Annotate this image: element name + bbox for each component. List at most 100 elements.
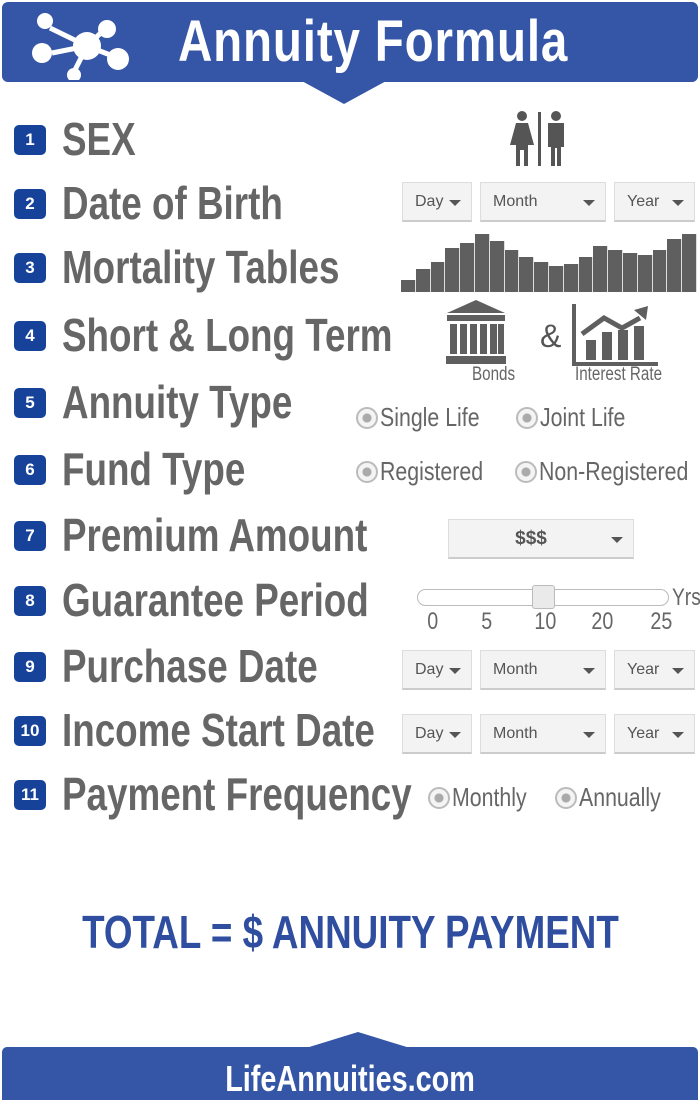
- birth-month-select[interactable]: Month: [480, 182, 606, 222]
- ampersand: &: [540, 318, 562, 354]
- select-value: Month: [493, 192, 538, 210]
- radio-single-life[interactable]: Single Life: [356, 402, 501, 433]
- radio-annually[interactable]: Annually: [555, 782, 679, 813]
- interest-rate-chart-icon: [572, 304, 658, 366]
- premium-amount-select[interactable]: $$$: [448, 519, 634, 559]
- radio-circle-icon: [555, 786, 577, 809]
- step-number-badge: 6: [14, 455, 46, 485]
- mortality-bar: [608, 250, 623, 292]
- mortality-bar: [460, 243, 475, 292]
- mortality-bar: [563, 264, 579, 292]
- purchase-year-select[interactable]: Year: [614, 650, 695, 690]
- step-number-badge: 7: [14, 521, 46, 551]
- chevron-down-icon: [449, 668, 461, 674]
- slider-tick: 10: [534, 608, 557, 635]
- total-formula: TOTAL = $ ANNUITY PAYMENT: [81, 906, 619, 958]
- chevron-down-icon: [672, 668, 684, 674]
- step-number-badge: 9: [14, 652, 46, 682]
- male-female-icon: [510, 111, 564, 166]
- chevron-down-icon: [672, 732, 684, 738]
- step-label: Fund Type: [62, 443, 246, 495]
- step-label: Purchase Date: [62, 640, 318, 692]
- interest-rate-label: Interest Rate: [575, 364, 663, 385]
- bonds-label: Bonds: [472, 364, 516, 385]
- step-label: Date of Birth: [62, 177, 283, 229]
- select-value: Day: [415, 192, 444, 210]
- slider-tick: 20: [591, 608, 614, 635]
- select-value: Year: [627, 660, 660, 678]
- purchase-day-select[interactable]: Day: [402, 650, 472, 690]
- mortality-bar: [415, 268, 431, 292]
- slider-tick: 25: [650, 608, 673, 635]
- select-value: Day: [415, 660, 444, 678]
- mortality-bar: [637, 254, 653, 292]
- select-value: Month: [493, 724, 538, 742]
- page-title: Annuity Formula: [178, 9, 569, 74]
- select-value: Year: [627, 724, 660, 742]
- step-number-badge: 1: [14, 125, 46, 155]
- step-number-badge: 5: [14, 388, 46, 418]
- mortality-bar: [504, 250, 520, 292]
- mortality-table-chart: [401, 232, 697, 292]
- step-number-badge: 3: [14, 253, 46, 283]
- step-label: Income Start Date: [62, 704, 375, 756]
- radio-circle-icon: [356, 460, 378, 483]
- radio-monthly[interactable]: Monthly: [428, 782, 543, 813]
- slider-tick: 5: [481, 608, 493, 635]
- step-number-badge: 4: [14, 321, 46, 351]
- step-label: Premium Amount: [62, 509, 368, 561]
- chevron-down-icon: [611, 537, 623, 543]
- mortality-bar: [623, 252, 638, 292]
- mortality-bar: [682, 234, 697, 292]
- radio-circle-icon: [356, 406, 378, 429]
- mortality-bar: [593, 245, 609, 292]
- slider-unit: Yrs: [672, 584, 700, 611]
- chevron-down-icon: [672, 200, 684, 206]
- purchase-month-select[interactable]: Month: [480, 650, 606, 690]
- slider-thumb[interactable]: [532, 585, 555, 609]
- income-year-select[interactable]: Year: [614, 714, 695, 754]
- radio-joint-life[interactable]: Joint Life: [516, 402, 644, 433]
- radio-registered[interactable]: Registered: [356, 456, 506, 487]
- chevron-down-icon: [583, 200, 595, 206]
- footer-site-link[interactable]: LifeAnnuities.com: [0, 1058, 700, 1100]
- mortality-bar: [445, 247, 461, 292]
- select-value: Year: [627, 192, 660, 210]
- chevron-down-icon: [583, 668, 595, 674]
- radio-circle-icon: [428, 786, 450, 809]
- mortality-bar: [549, 266, 564, 292]
- slider-tick: 0: [427, 608, 439, 635]
- income-month-select[interactable]: Month: [480, 714, 606, 754]
- mortality-bar: [430, 261, 446, 292]
- mortality-bar: [652, 250, 668, 292]
- radio-circle-icon: [516, 406, 538, 429]
- mortality-bar: [475, 234, 490, 292]
- mortality-bar: [489, 240, 505, 292]
- step-label: Payment Frequency: [62, 768, 412, 820]
- step-number-badge: 8: [14, 586, 46, 616]
- chevron-down-icon: [449, 732, 461, 738]
- chevron-down-icon: [449, 200, 461, 206]
- step-label: Short & Long Term: [62, 309, 393, 361]
- select-value: Day: [415, 724, 444, 742]
- mortality-bar: [667, 238, 683, 292]
- birth-day-select[interactable]: Day: [402, 182, 472, 222]
- select-value: Month: [493, 660, 538, 678]
- header-pointer: [300, 80, 388, 104]
- mortality-bar: [401, 280, 416, 292]
- network-molecule-icon: [32, 13, 129, 80]
- radio-circle-icon: [515, 460, 537, 483]
- step-label: Annuity Type: [62, 376, 293, 428]
- radio-non-registered[interactable]: Non-Registered: [515, 456, 700, 487]
- step-label: Mortality Tables: [62, 241, 340, 293]
- mortality-bar: [519, 257, 535, 292]
- birth-year-select[interactable]: Year: [614, 182, 695, 222]
- step-number-badge: 2: [14, 189, 46, 219]
- mortality-bar: [534, 261, 549, 292]
- income-day-select[interactable]: Day: [402, 714, 472, 754]
- chevron-down-icon: [583, 732, 595, 738]
- step-number-badge: 10: [14, 716, 46, 746]
- footer-pointer: [306, 1032, 410, 1048]
- bank-building-icon: [446, 300, 506, 364]
- step-label: Guarantee Period: [62, 574, 369, 626]
